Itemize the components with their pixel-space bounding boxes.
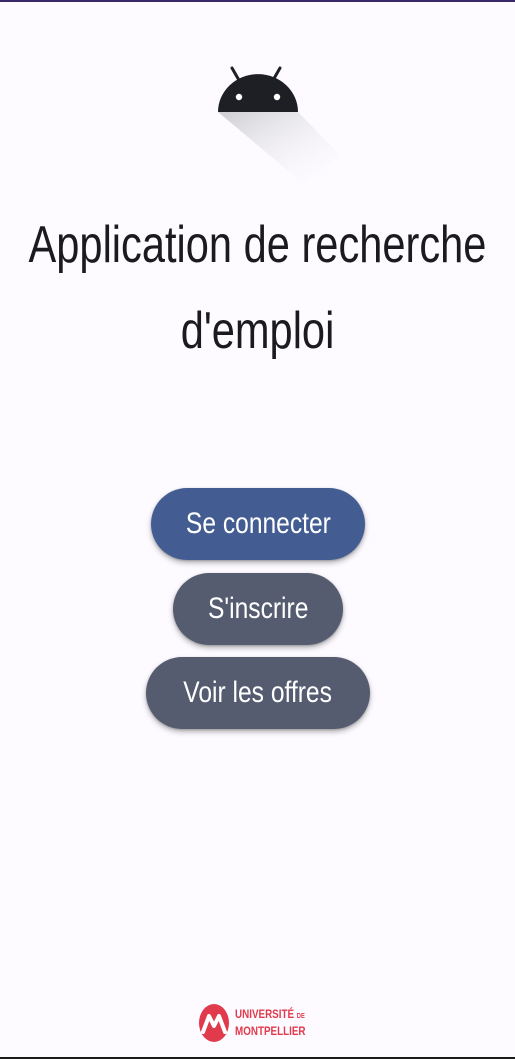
login-button-label: Se connecter: [185, 507, 331, 540]
status-bar-edge: [0, 0, 515, 2]
title-line-2: d'emploi: [180, 302, 335, 360]
login-button[interactable]: Se connecter: [151, 488, 365, 560]
view-offers-button[interactable]: Voir les offres: [146, 657, 370, 729]
university-line-1: UNIVERSITÉ: [235, 1007, 295, 1021]
university-de: DE: [296, 1013, 305, 1020]
signup-button[interactable]: S'inscrire: [173, 573, 343, 645]
view-offers-button-label: Voir les offres: [183, 676, 333, 709]
university-logo: UNIVERSITÉ DE MONTPELLIER: [199, 1003, 321, 1043]
page-title: Application de recherche d'emploi: [0, 202, 515, 374]
android-icon: [218, 66, 340, 185]
university-name: UNIVERSITÉ DE MONTPELLIER: [235, 1007, 306, 1039]
university-line-2: MONTPELLIER: [235, 1024, 306, 1038]
university-emblem-icon: [199, 1004, 229, 1042]
signup-button-label: S'inscrire: [207, 592, 309, 625]
title-line-1: Application de recherche: [28, 216, 487, 274]
